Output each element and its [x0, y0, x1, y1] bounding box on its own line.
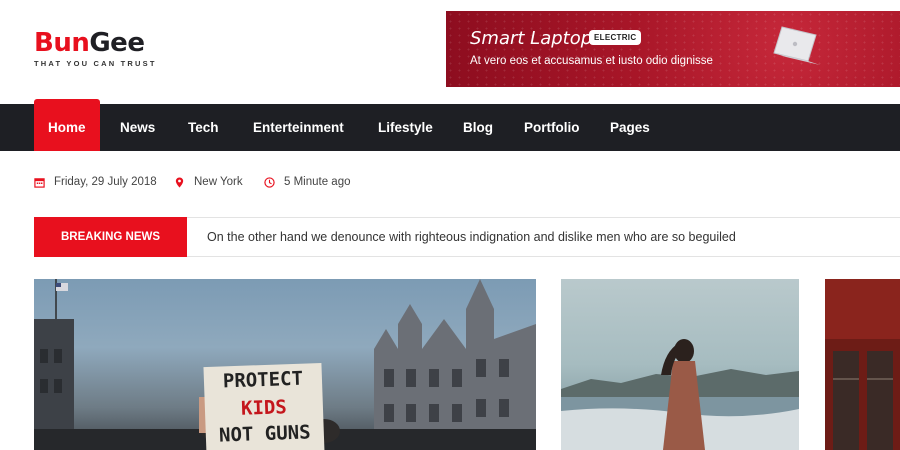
meta-location-text: New York	[194, 176, 243, 188]
logo-part-1: Bun	[34, 28, 90, 58]
logo-tagline: THAT YOU CAN TRUST	[34, 59, 157, 68]
ad-background-texture	[446, 11, 900, 87]
header-ad-banner[interactable]: Smart Laptop ELECTRIC At vero eos et acc…	[446, 11, 900, 87]
nav-item-home[interactable]: Home	[34, 99, 100, 151]
beach-scene-illustration	[561, 339, 799, 450]
breaking-news-bar: BREAKING NEWS On the other hand we denou…	[34, 217, 900, 257]
nav-item-pages[interactable]: Pages	[610, 104, 650, 151]
laptop-icon	[773, 26, 820, 65]
meta-time: 5 Minute ago	[264, 176, 351, 188]
site-logo[interactable]: BunGee THAT YOU CAN TRUST	[34, 28, 157, 68]
breaking-news-headline[interactable]: On the other hand we denounce with right…	[207, 218, 736, 256]
ad-title: Smart Laptop	[470, 28, 593, 49]
main-nav: Home News Tech Enterteinment Lifestyle B…	[0, 99, 900, 151]
meta-date-text: Friday, 29 July 2018	[54, 176, 157, 188]
meta-time-text: 5 Minute ago	[284, 176, 351, 188]
sign-line-3: NOT GUNS	[218, 421, 311, 447]
nav-item-tech[interactable]: Tech	[188, 104, 219, 151]
meta-date: Friday, 29 July 2018	[34, 176, 157, 188]
clock-icon	[264, 176, 275, 188]
map-pin-icon	[175, 176, 184, 188]
featured-story-image-protest[interactable]: PROTECT KIDS NOT GUNS	[34, 279, 536, 450]
story-image-building[interactable]	[825, 279, 900, 450]
ad-badge: ELECTRIC	[589, 30, 642, 45]
sign-line-2: KIDS	[240, 396, 288, 420]
brick-building-illustration	[825, 279, 900, 450]
logo-wordmark: BunGee	[34, 28, 157, 58]
logo-part-2: Gee	[89, 28, 145, 58]
calendar-icon	[34, 177, 45, 188]
nav-item-blog[interactable]: Blog	[463, 104, 493, 151]
nav-item-lifestyle[interactable]: Lifestyle	[378, 104, 433, 151]
nav-item-news[interactable]: News	[120, 104, 155, 151]
nav-item-portfolio[interactable]: Portfolio	[524, 104, 580, 151]
breaking-news-label: BREAKING NEWS	[34, 217, 187, 257]
sign-line-1: PROTECT	[222, 367, 304, 393]
story-image-beach[interactable]	[561, 279, 799, 450]
nav-item-enterteinment[interactable]: Enterteinment	[253, 104, 344, 151]
meta-location: New York	[174, 176, 243, 188]
ad-subtitle: At vero eos et accusamus et iusto odio d…	[470, 55, 713, 67]
protest-sign: PROTECT KIDS NOT GUNS	[203, 362, 325, 450]
